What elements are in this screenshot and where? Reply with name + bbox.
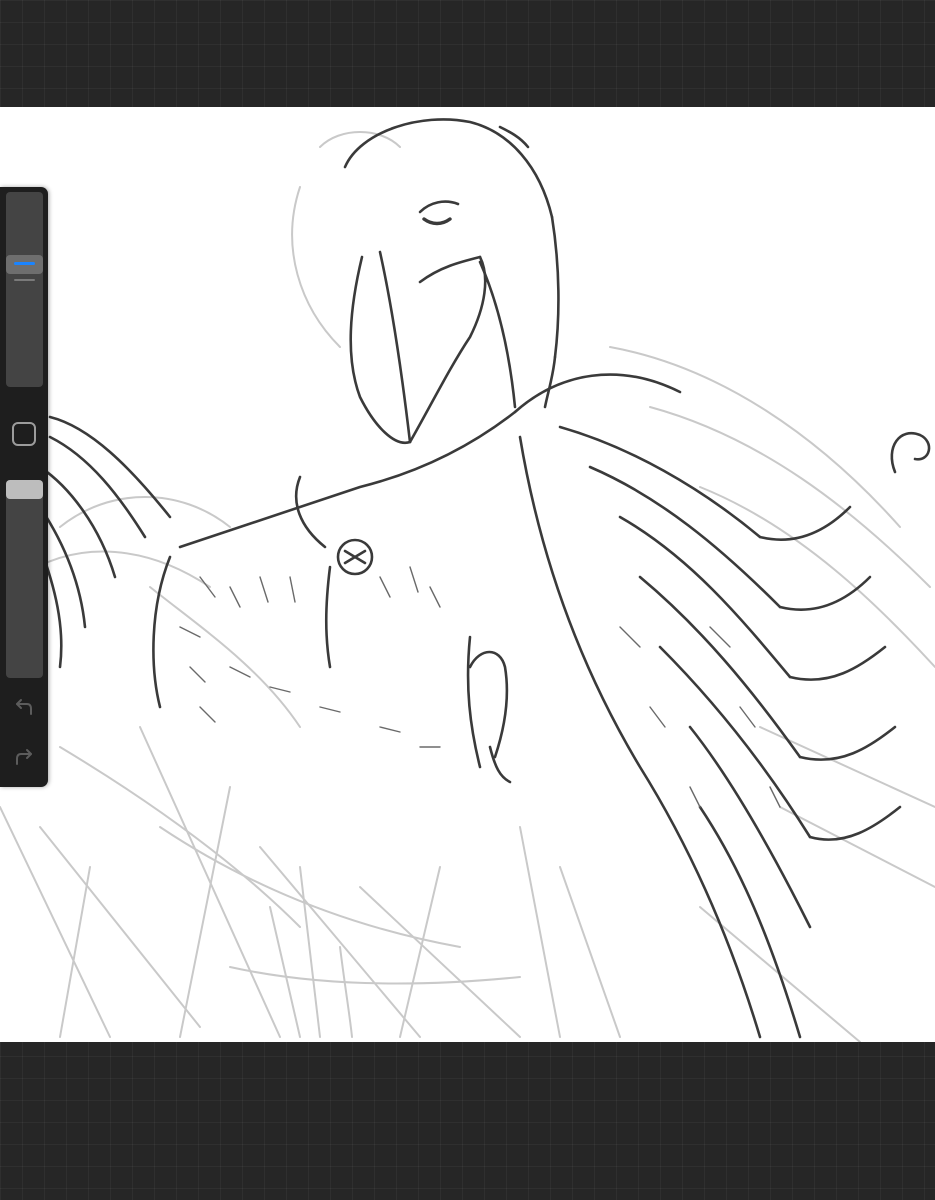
drawing-canvas[interactable]: [0, 107, 935, 1042]
undo-icon: [16, 699, 32, 715]
undo-button[interactable]: [11, 694, 37, 720]
active-indicator: [14, 262, 35, 265]
redo-button[interactable]: [11, 744, 37, 770]
opacity-slider[interactable]: [6, 480, 43, 678]
sidebar: [0, 187, 48, 787]
modify-button[interactable]: [12, 422, 36, 446]
sketch-artwork: [0, 118, 935, 1042]
brush-size-slider-thumb[interactable]: [6, 255, 43, 274]
opacity-slider-thumb[interactable]: [6, 480, 43, 499]
brush-size-slider[interactable]: [6, 192, 43, 387]
redo-icon: [16, 749, 32, 765]
procreate-app: [0, 0, 935, 1200]
brush-size-marker: [14, 279, 35, 281]
